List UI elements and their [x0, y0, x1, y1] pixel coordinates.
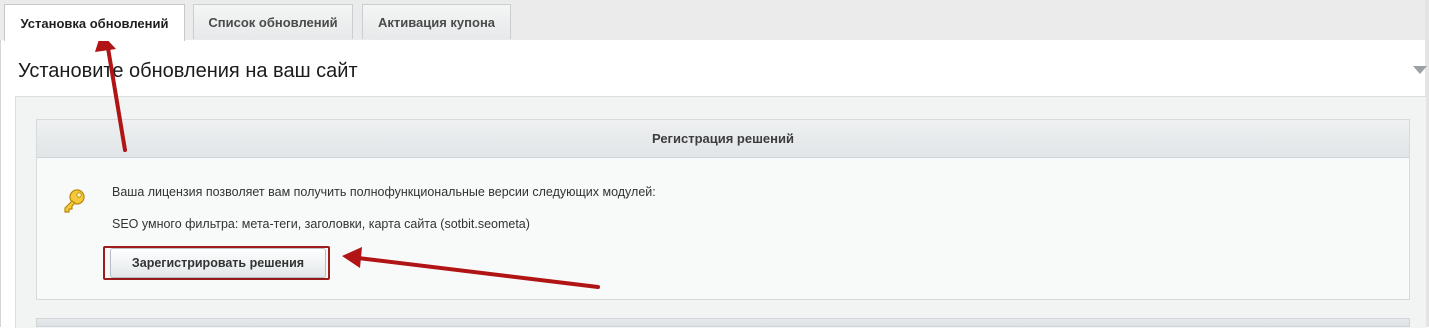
registration-box: Регистрация решений Ваша лицензия позвол…	[36, 119, 1410, 300]
register-solutions-button[interactable]: Зарегистрировать решения	[110, 248, 326, 278]
key-icon	[62, 188, 88, 219]
registration-header: Регистрация решений	[37, 120, 1409, 158]
tab-updates-list[interactable]: Список обновлений	[193, 4, 353, 39]
next-section-box	[36, 318, 1410, 327]
chevron-down-icon[interactable]	[1413, 66, 1427, 74]
tab-coupon-activation[interactable]: Активация купона	[362, 4, 511, 39]
license-text: Ваша лицензия позволяет вам получить пол…	[112, 185, 656, 199]
module-text: SEO умного фильтра: мета-теги, заголовки…	[112, 217, 530, 231]
tab-bar: Установка обновлений Список обновлений А…	[0, 0, 1429, 41]
page-title: Установите обновления на ваш сайт	[18, 60, 358, 82]
tab-install-updates[interactable]: Установка обновлений	[4, 4, 185, 41]
